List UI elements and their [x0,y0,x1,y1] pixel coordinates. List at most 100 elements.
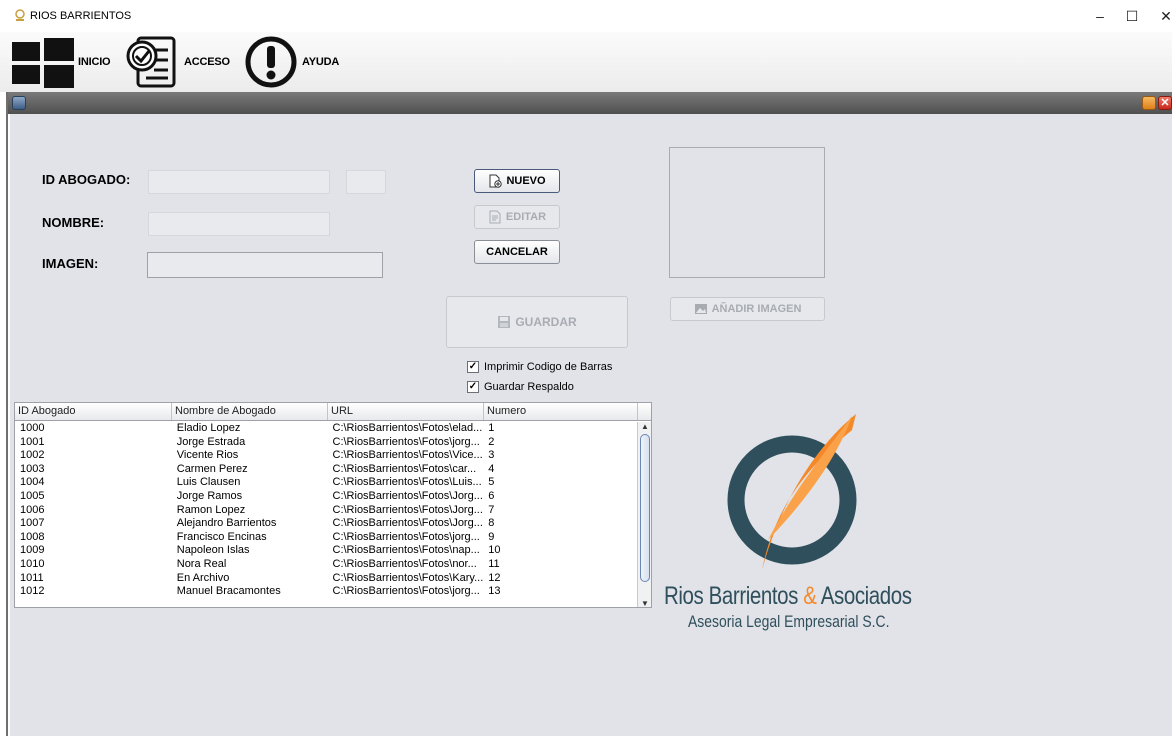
logo-name-part2: Asociados [820,582,912,610]
table-header: ID Abogado Nombre de Abogado URL Numero [15,403,651,421]
table-cell: 1002 [20,449,45,462]
guardar-respaldo-checkbox[interactable]: ✓ Guardar Respaldo [467,381,574,393]
table-cell: C:\RiosBarrientos\Fotos\jorg... [332,530,480,543]
table-row[interactable]: 1009 Napoleon Islas C:\RiosBarrientos\Foto… [15,544,637,558]
menu-inicio-label: INICIO [78,56,111,68]
table-cell: 2 [488,435,495,448]
menu-ayuda[interactable]: AYUDA [244,32,339,92]
table-row[interactable]: 1000 Eladio Lopez C:\RiosBarrientos\Fotos\… [15,422,637,436]
table-cell: C:\RiosBarrientos\Fotos\Luis... [332,476,482,489]
id-abogado-field[interactable] [148,170,330,194]
table-row[interactable]: 1004 Luis Clausen C:\RiosBarrientos\Fotos\… [15,476,637,490]
column-header-id[interactable]: ID Abogado [15,403,172,420]
table-row[interactable]: 1003 Carmen Perez C:\RiosBarrientos\Fotos\… [15,463,637,477]
menu-bar: INICIO ACCESO AYUDA [0,32,1172,92]
column-header-url[interactable]: URL [328,403,484,420]
table-cell: Carmen Perez [176,462,248,475]
table-cell: 1005 [20,489,45,502]
logo-name-part1: Rios Barrientos [664,582,798,610]
table-row[interactable]: 1005 Jorge Ramos C:\RiosBarrientos\Fotos\J… [15,490,637,504]
table-cell: 1000 [20,422,45,434]
column-header-numero[interactable]: Numero [484,403,638,420]
table-row[interactable]: 1001 Jorge Estrada C:\RiosBarrientos\Fotos… [15,436,637,450]
table-row[interactable]: 1006 Ramon Lopez C:\RiosBarrientos\Fotos\J… [15,504,637,518]
scroll-up-icon[interactable]: ▲ [641,422,649,431]
scrollbar-thumb[interactable] [640,434,650,582]
table-cell: 1010 [20,557,45,570]
frame-minimize-button[interactable] [1142,96,1156,110]
edit-document-icon [489,210,501,224]
guardar-button[interactable]: GUARDAR [446,296,628,348]
editar-button[interactable]: EDITAR [474,205,560,229]
frame-close-button[interactable]: ✕ [1158,96,1172,110]
cancelar-label: CANCELAR [486,246,548,258]
exclamation-icon [245,36,297,88]
nuevo-button[interactable]: NUEVO [474,169,560,193]
table-cell: C:\RiosBarrientos\Fotos\Vice... [332,449,483,462]
table-cell: 10 [488,544,501,557]
table-cell: 1009 [20,544,45,557]
table-row[interactable]: 1012 Manuel Bracamontes C:\RiosBarrientos\… [15,585,637,599]
imagen-label: IMAGEN: [42,256,99,271]
table-cell: C:\RiosBarrientos\Fotos\Jorg... [332,517,483,530]
checkbox-check-icon: ✓ [467,361,479,373]
table-cell: 11 [488,557,500,570]
menu-inicio[interactable]: INICIO [12,32,111,92]
table-cell: C:\RiosBarrientos\Fotos\jorg... [332,435,480,448]
window-title: RIOS BARRIENTOS [30,10,132,22]
table-cell: Manuel Bracamontes [176,585,281,598]
table-cell: Jorge Ramos [176,489,243,502]
table-cell: C:\RiosBarrientos\Fotos\nor... [332,557,477,570]
image-icon [694,304,707,314]
anadir-imagen-button[interactable]: AÑADIR IMAGEN [670,297,825,321]
nombre-field[interactable] [148,212,330,236]
id-extra-field[interactable] [346,170,386,194]
table-cell: C:\RiosBarrientos\Fotos\nap... [332,544,480,557]
menu-ayuda-label: AYUDA [302,56,340,68]
windows-icon [12,38,74,88]
table-cell: C:\RiosBarrientos\Fotos\Jorg... [332,503,483,516]
column-header-nombre[interactable]: Nombre de Abogado [172,403,328,420]
close-window-button[interactable]: ✕ [1148,6,1172,26]
image-preview [669,147,825,278]
maximize-button[interactable]: ☐ [1114,6,1150,26]
table-cell: 13 [488,585,501,598]
table-cell: 1004 [20,476,45,489]
table-row[interactable]: 1002 Vicente Rios C:\RiosBarrientos\Fotos\… [15,449,637,463]
nombre-label: NOMBRE: [42,215,105,230]
table-cell: 1003 [20,462,45,475]
guardar-label: GUARDAR [515,315,577,329]
scroll-down-icon[interactable]: ▼ [641,599,649,607]
table-cell: C:\RiosBarrientos\Fotos\Kary... [332,571,484,584]
table-cell: C:\RiosBarrientos\Fotos\car... [332,462,477,475]
table-row[interactable]: 1008 Francisco Encinas C:\RiosBarrientos\F… [15,531,637,545]
internal-frame-titlebar: ✕ [8,92,1172,114]
menu-acceso[interactable]: ACCESO [124,32,230,92]
abogados-table[interactable]: ID Abogado Nombre de Abogado URL Numero … [14,402,652,608]
minimize-button[interactable]: – [1082,6,1118,26]
checkbox-check-icon: ✓ [467,381,479,393]
table-cell: 5 [488,476,495,489]
table-scrollbar[interactable]: ▲ ▼ [637,422,651,607]
table-row[interactable]: 1010 Nora Real C:\RiosBarrientos\Fotos\nor… [15,558,637,572]
table-cell: 1012 [20,585,45,598]
table-row[interactable]: 1007 Alejandro Barrientos C:\RiosBarriento… [15,517,637,531]
table-cell: Vicente Rios [176,449,239,462]
table-cell: Alejandro Barrientos [176,517,277,530]
imagen-field[interactable] [147,252,383,278]
imprimir-codigo-checkbox[interactable]: ✓ Imprimir Codigo de Barras [467,361,612,373]
left-edge [0,92,8,736]
cancelar-button[interactable]: CANCELAR [474,240,560,264]
logo-company-name: Rios Barrientos & Asociados [664,582,912,611]
table-cell: 1008 [20,530,45,543]
frame-menu-icon[interactable] [12,96,26,110]
table-row[interactable]: 1011 En Archivo C:\RiosBarrientos\Fotos\Ka… [15,572,637,586]
table-cell: C:\RiosBarrientos\Fotos\elad... [332,422,483,434]
table-cell: Eladio Lopez [176,422,241,434]
table-cell: 7 [488,503,495,516]
table-cell: Francisco Encinas [176,530,267,543]
logo-ampersand: & [803,582,817,610]
table-body: 1000 Eladio Lopez C:\RiosBarrientos\Fotos\… [15,422,637,599]
table-cell: 1 [488,422,495,434]
nuevo-label: NUEVO [506,175,546,187]
